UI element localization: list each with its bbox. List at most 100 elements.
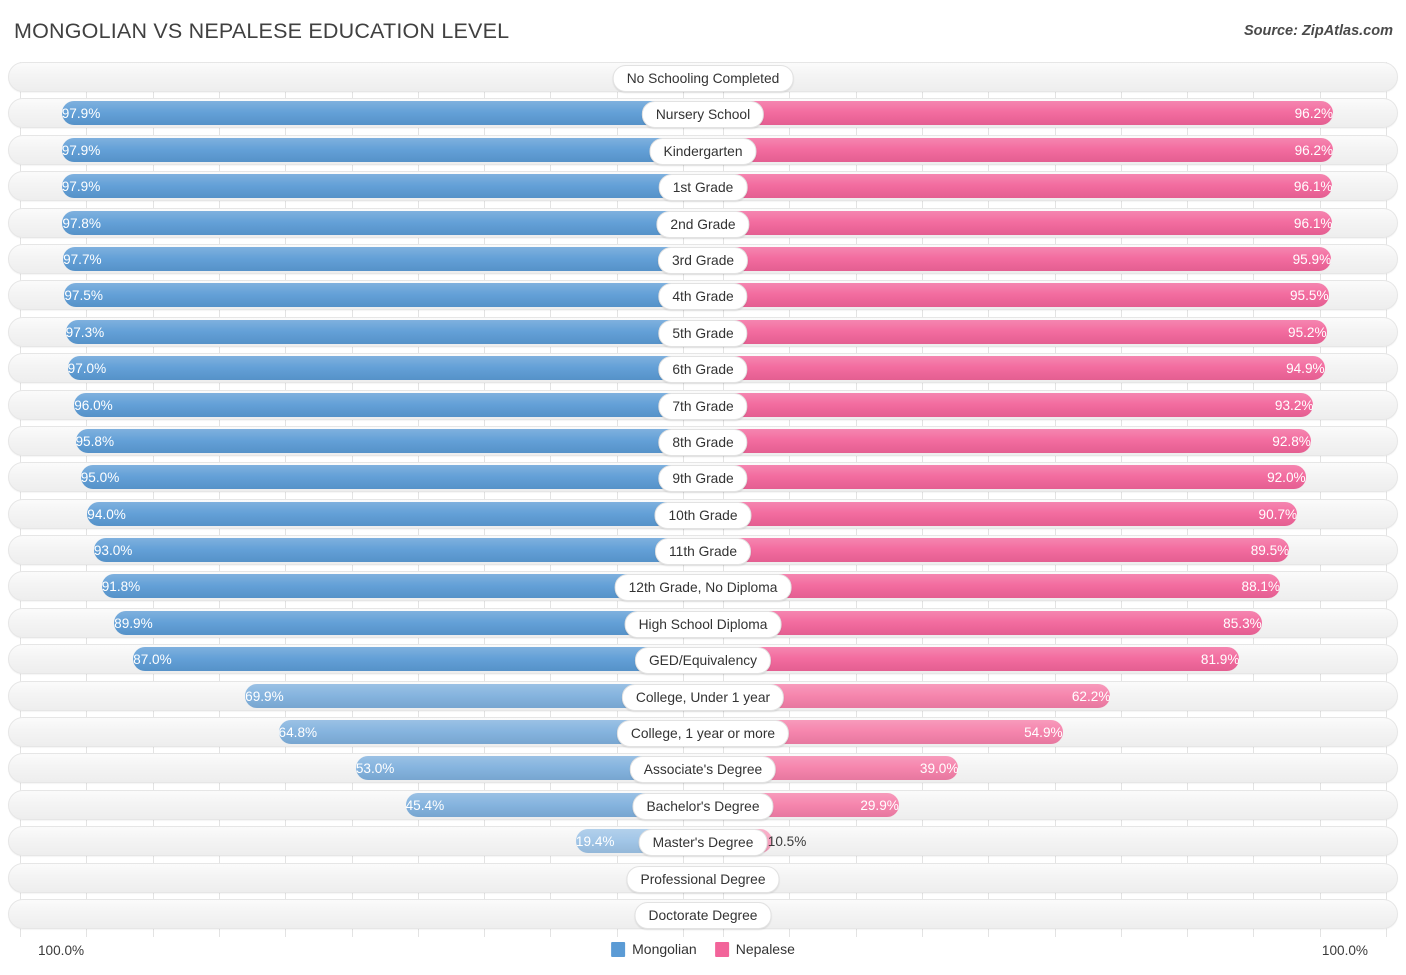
value-label-nepalese: 92.8% xyxy=(1272,433,1311,449)
bar-nepalese xyxy=(703,283,1329,308)
category-label[interactable]: Bachelor's Degree xyxy=(632,792,774,820)
table-row[interactable]: 19.4% 10.5% Master's Degree xyxy=(8,826,1398,857)
category-label[interactable]: 5th Grade xyxy=(658,319,748,347)
category-label[interactable]: 12th Grade, No Diploma xyxy=(614,574,792,602)
category-label[interactable]: 8th Grade xyxy=(658,428,748,456)
bar-mongolian xyxy=(133,647,703,672)
bar-nepalese xyxy=(703,428,1311,453)
table-row[interactable]: 95.8% 92.8% 8th Grade xyxy=(8,425,1398,456)
bar-mongolian xyxy=(114,610,703,635)
bar-nepalese xyxy=(703,101,1334,126)
category-label[interactable]: 6th Grade xyxy=(658,356,748,384)
category-label[interactable]: 11th Grade xyxy=(654,538,752,566)
table-row[interactable]: 97.9% 96.1% 1st Grade xyxy=(8,171,1398,202)
category-label[interactable]: 3rd Grade xyxy=(657,246,749,274)
bar-mongolian xyxy=(63,246,703,271)
axis-label-right: 100.0% xyxy=(1321,943,1368,958)
category-label[interactable]: High School Diploma xyxy=(624,610,782,638)
value-label-mongolian: 93.0% xyxy=(93,543,133,559)
table-row[interactable]: 87.0% 81.9% GED/Equivalency xyxy=(8,644,1398,675)
legend-label: Mongolian xyxy=(632,941,697,957)
value-label-nepalese: 81.9% xyxy=(1200,652,1240,668)
category-label[interactable]: GED/Equivalency xyxy=(634,647,772,675)
bar-nepalese xyxy=(703,210,1333,235)
table-row[interactable]: 69.9% 62.2% College, Under 1 year xyxy=(8,680,1398,711)
value-label-mongolian: 19.4% xyxy=(575,834,615,850)
table-row[interactable]: 97.0% 94.9% 6th Grade xyxy=(8,353,1398,384)
value-label-mongolian: 95.8% xyxy=(75,433,115,449)
bar-nepalese xyxy=(703,356,1325,381)
table-row[interactable]: 91.8% 88.1% 12th Grade, No Diploma xyxy=(8,571,1398,602)
table-row[interactable]: 53.0% 39.0% Associate's Degree xyxy=(8,753,1398,784)
category-label[interactable]: 1st Grade xyxy=(658,174,748,202)
value-label-mongolian: 97.9% xyxy=(61,106,101,122)
category-label[interactable]: College, 1 year or more xyxy=(616,720,790,748)
legend-item-nepalese[interactable]: Nepalese xyxy=(714,941,795,957)
table-row[interactable]: 94.0% 90.7% 10th Grade xyxy=(8,498,1398,529)
table-row[interactable]: 96.0% 93.2% 7th Grade xyxy=(8,389,1398,420)
bar-mongolian xyxy=(101,574,704,599)
table-row[interactable]: 2.8%1.3%Doctorate Degree xyxy=(8,898,1398,929)
category-label[interactable]: College, Under 1 year xyxy=(621,683,785,711)
bar-mongolian xyxy=(67,356,704,381)
bar-nepalese xyxy=(703,501,1298,526)
category-label[interactable]: Master's Degree xyxy=(638,829,768,857)
value-label-mongolian: 69.9% xyxy=(245,688,284,704)
category-label[interactable]: 10th Grade xyxy=(654,501,752,529)
value-label-mongolian: 87.0% xyxy=(133,652,172,668)
category-label[interactable]: No Schooling Completed xyxy=(612,65,794,92)
bar-mongolian xyxy=(87,501,703,526)
table-row[interactable]: 97.3% 95.2% 5th Grade xyxy=(8,316,1398,347)
value-label-nepalese: 96.2% xyxy=(1294,142,1334,158)
axis-label-left: 100.0% xyxy=(38,943,85,958)
bar-nepalese xyxy=(703,610,1262,635)
value-label-mongolian: 97.9% xyxy=(61,179,101,195)
bar-nepalese xyxy=(703,538,1290,563)
category-label[interactable]: 2nd Grade xyxy=(656,210,750,238)
category-label[interactable]: 9th Grade xyxy=(658,465,748,493)
value-label-nepalese: 95.2% xyxy=(1288,324,1327,340)
category-label[interactable]: 4th Grade xyxy=(658,283,748,311)
table-row[interactable]: 2.1%3.8%No Schooling Completed xyxy=(8,62,1398,92)
legend-item-mongolian[interactable]: Mongolian xyxy=(611,941,697,957)
value-label-mongolian: 64.8% xyxy=(278,725,318,741)
table-row[interactable]: 45.4% 29.9% Bachelor's Degree xyxy=(8,789,1398,820)
category-label[interactable]: Doctorate Degree xyxy=(634,901,772,929)
bar-nepalese xyxy=(703,137,1334,162)
value-label-nepalese: 62.2% xyxy=(1071,688,1111,704)
category-label[interactable]: Nursery School xyxy=(641,101,765,129)
bar-rows-container: 2.1%3.8%No Schooling Completed 97.9% 96.2%… xyxy=(8,62,1398,935)
table-row[interactable]: 97.9% 96.2% Kindergarten xyxy=(8,134,1398,165)
value-label-mongolian: 97.5% xyxy=(64,288,103,304)
table-row[interactable]: 97.5% 95.5% 4th Grade xyxy=(8,280,1398,311)
table-row[interactable]: 95.0% 92.0% 9th Grade xyxy=(8,462,1398,493)
value-label-mongolian: 89.9% xyxy=(114,615,153,631)
value-label-nepalese: 94.9% xyxy=(1286,361,1325,377)
value-label-nepalese: 93.2% xyxy=(1274,397,1314,413)
value-label-nepalese: 95.5% xyxy=(1289,288,1329,304)
value-label-nepalese: 85.3% xyxy=(1223,615,1262,631)
value-label-mongolian: 94.0% xyxy=(87,506,126,522)
category-label[interactable]: Associate's Degree xyxy=(629,756,777,784)
category-label[interactable]: Kindergarten xyxy=(649,137,757,165)
table-row[interactable]: 97.9% 96.2% Nursery School xyxy=(8,98,1398,129)
table-row[interactable]: 64.8% 54.9% College, 1 year or more xyxy=(8,717,1398,748)
table-row[interactable]: 97.8% 96.1% 2nd Grade xyxy=(8,207,1398,238)
bar-nepalese xyxy=(703,246,1332,271)
value-label-nepalese: 95.9% xyxy=(1292,251,1332,267)
bar-mongolian xyxy=(61,137,704,162)
category-label[interactable]: Professional Degree xyxy=(626,865,780,893)
value-label-mongolian: 97.0% xyxy=(67,361,107,377)
category-label[interactable]: 7th Grade xyxy=(658,392,748,420)
table-row[interactable]: 93.0% 89.5% 11th Grade xyxy=(8,535,1398,566)
value-label-nepalese: 39.0% xyxy=(919,761,959,777)
table-row[interactable]: 6.1%3.2%Professional Degree xyxy=(8,862,1398,893)
bar-nepalese xyxy=(703,465,1306,490)
value-label-nepalese: 92.0% xyxy=(1267,470,1306,486)
chart-footer: 100.0% Mongolian Nepalese 100.0% xyxy=(0,937,1406,975)
table-row[interactable]: 89.9% 85.3% High School Diploma xyxy=(8,607,1398,638)
chart-header: MONGOLIAN VS NEPALESE EDUCATION LEVEL So… xyxy=(0,0,1406,62)
bar-mongolian xyxy=(80,465,704,490)
value-label-mongolian: 97.8% xyxy=(62,215,101,231)
table-row[interactable]: 97.7% 95.9% 3rd Grade xyxy=(8,243,1398,274)
